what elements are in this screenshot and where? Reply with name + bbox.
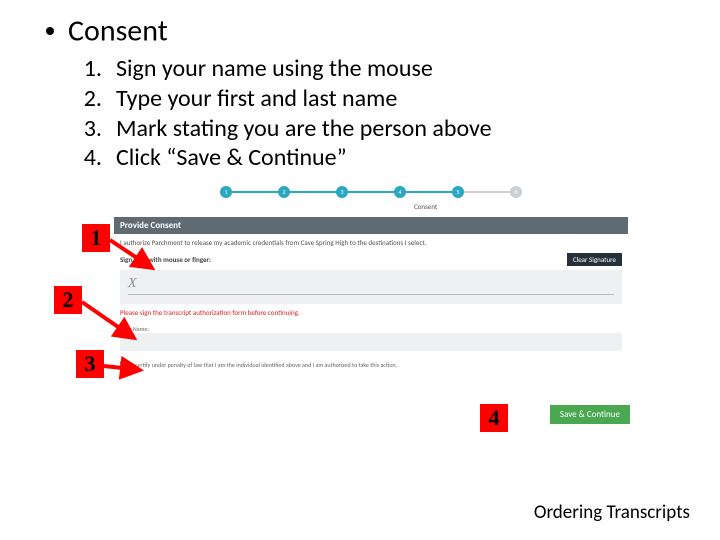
type-name-label: Type Name:	[114, 323, 628, 333]
clear-signature-button[interactable]: Clear Signature	[567, 253, 622, 266]
list-text: Mark stating you are the person above	[116, 114, 492, 144]
step-dot: 4	[394, 186, 406, 198]
arrow-icon	[102, 356, 148, 380]
step-dot: 6	[510, 186, 522, 198]
step-dot: 3	[336, 186, 348, 198]
step-dot: 1	[220, 186, 232, 198]
list-num: 1.	[78, 54, 116, 84]
step-dot: 5	[452, 186, 464, 198]
bullet-icon	[46, 27, 54, 35]
progress-stepper: 1 2 3 4 5 6	[114, 186, 628, 198]
signature-warning: Please sign the transcript authorization…	[114, 304, 628, 323]
list-num: 4.	[78, 143, 116, 173]
signature-x-mark: X	[128, 276, 614, 292]
certify-text: I certify under penalty of law that I am…	[132, 361, 397, 369]
step-label: Consent	[414, 202, 628, 211]
list-num: 3.	[78, 114, 116, 144]
arrow-icon	[78, 296, 144, 346]
slide-footer: Ordering Transcripts	[534, 501, 690, 524]
type-name-input[interactable]	[120, 333, 622, 351]
signature-pad[interactable]: X	[120, 270, 622, 304]
callout-3: 3	[76, 350, 104, 378]
list-text: Click “Save & Continue”	[116, 143, 347, 173]
callout-4: 4	[480, 404, 508, 432]
list-text: Type your first and last name	[116, 84, 397, 114]
save-continue-button[interactable]: Save & Continue	[550, 405, 630, 424]
slide-title: Consent	[68, 12, 168, 49]
step-dot: 2	[278, 186, 290, 198]
panel-heading: Provide Consent	[114, 217, 628, 234]
consent-form-screenshot: 1 2 3 4 5 6 Consent Provide Consent I au…	[114, 184, 628, 409]
list-text: Sign your name using the mouse	[116, 54, 433, 84]
arrow-icon	[106, 234, 162, 274]
instruction-list: 1.Sign your name using the mouse 2.Type …	[78, 54, 492, 173]
list-num: 2.	[78, 84, 116, 114]
panel-subtext: I authorize Parchment to release my acad…	[114, 234, 628, 253]
